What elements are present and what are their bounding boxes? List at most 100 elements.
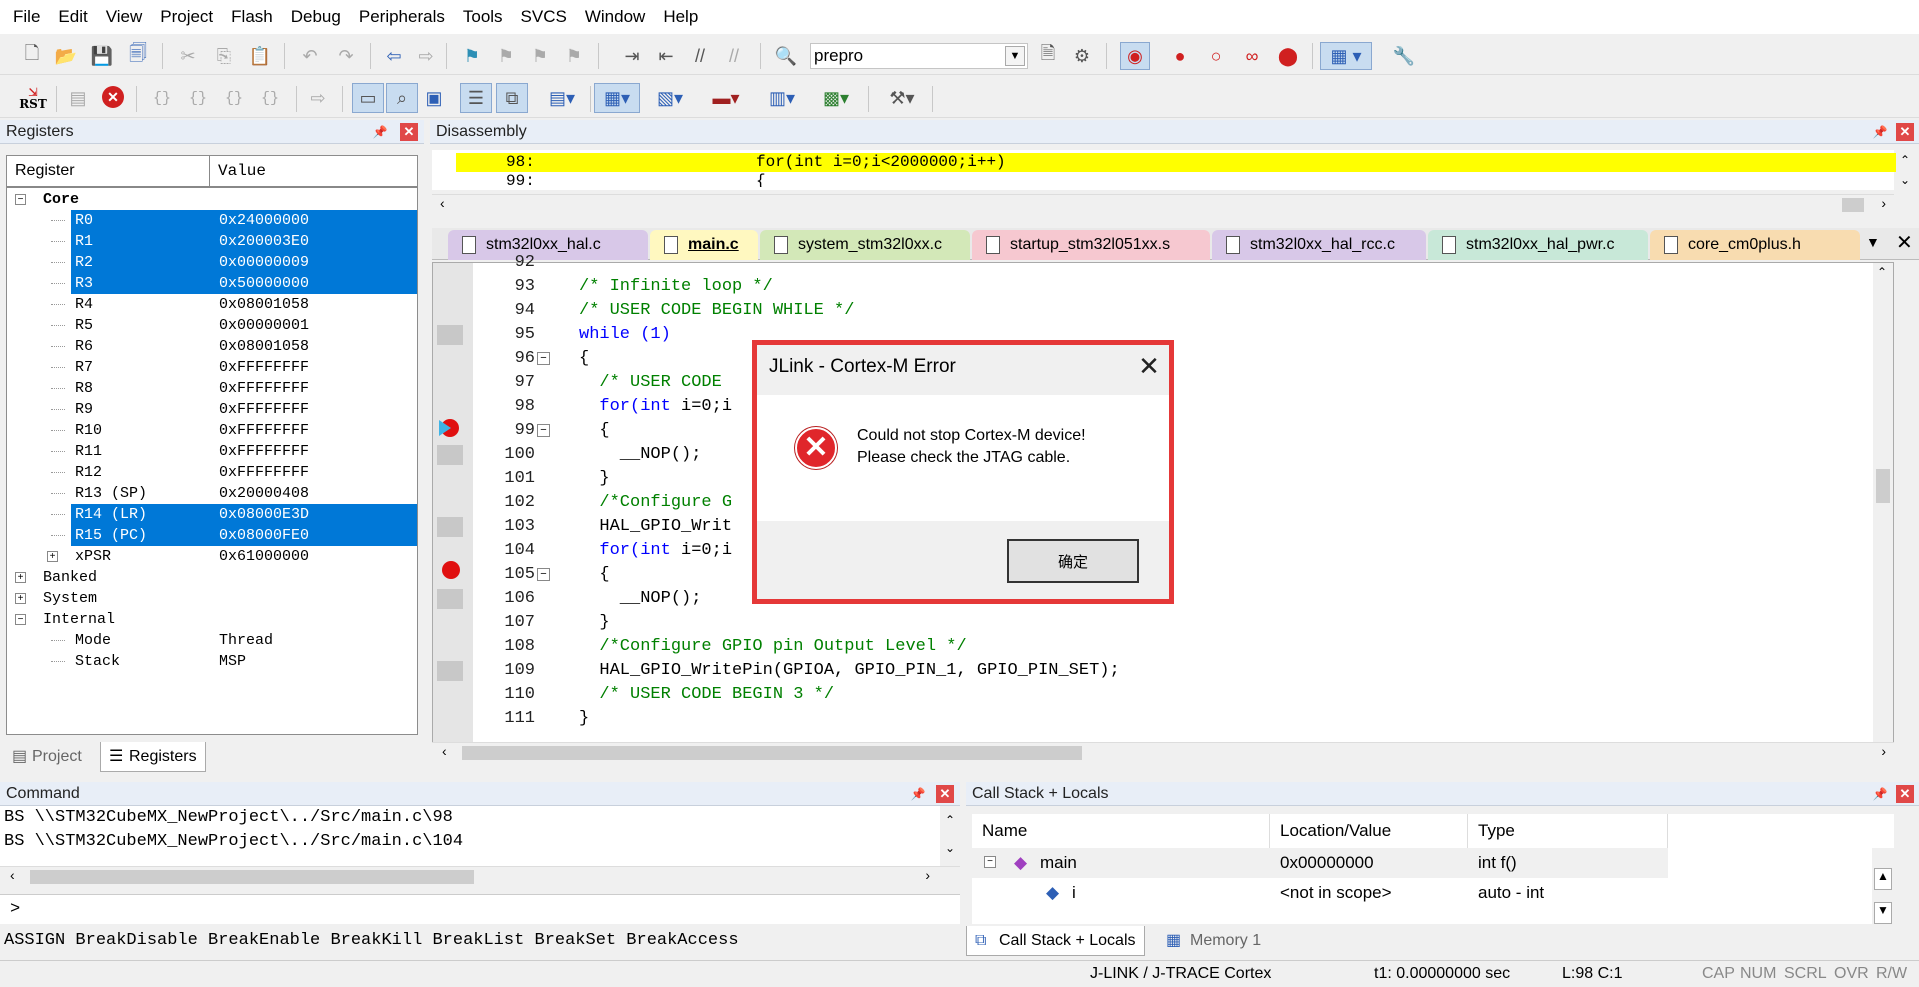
dialog-close-icon[interactable]: ✕	[1133, 351, 1165, 381]
save-icon[interactable]: 💾	[90, 44, 114, 68]
find-in-files-icon[interactable]: 🔍	[774, 44, 798, 68]
scroll-right-icon[interactable]: ›	[1881, 195, 1886, 211]
register-value[interactable]: 0x00000009	[219, 252, 309, 273]
callstack-row[interactable]: − ◆ main 0x00000000 int f()	[972, 848, 1668, 878]
collapse-icon[interactable]: −	[15, 614, 26, 625]
step-over-icon[interactable]: {}	[186, 86, 210, 110]
paste-icon[interactable]: 📋	[248, 44, 272, 68]
tab-registers[interactable]: ☰ Registers	[100, 742, 206, 772]
menu-tools[interactable]: Tools	[454, 0, 512, 34]
find-icon[interactable]: 🗎	[1036, 43, 1060, 68]
step-into-icon[interactable]: {}	[150, 86, 174, 110]
register-row[interactable]: R1 0x200003E0	[7, 231, 417, 252]
bookmark-icon[interactable]: ⚑	[460, 44, 484, 68]
copy-icon[interactable]: ⎘	[212, 44, 236, 68]
command-output[interactable]: BS \\STM32CubeMX_NewProject\../Src/main.…	[0, 806, 940, 866]
find-combo[interactable]: prepro ▼	[810, 43, 1028, 69]
show-next-statement-icon[interactable]: ⇨	[306, 86, 330, 110]
register-value[interactable]: 0xFFFFFFFF	[219, 441, 309, 462]
memory-window-icon[interactable]: ▦▾	[594, 83, 640, 113]
register-row[interactable]: R11 0xFFFFFFFF	[7, 441, 417, 462]
fold-icon[interactable]: −	[537, 568, 550, 581]
menu-help[interactable]: Help	[654, 0, 707, 34]
call-stack-window-icon[interactable]: ⧉	[496, 83, 528, 113]
disassembly-vscroll[interactable]: ⌃ ⌄	[1894, 150, 1916, 190]
register-value[interactable]: 0x61000000	[219, 546, 309, 567]
value-column-header[interactable]: Value	[210, 156, 415, 186]
register-value[interactable]: 0x50000000	[219, 273, 309, 294]
register-value[interactable]: 0xFFFFFFFF	[219, 462, 309, 483]
expand-icon[interactable]: +	[15, 593, 26, 604]
code-line[interactable]: 109 HAL_GPIO_WritePin(GPIOA, GPIO_PIN_1,…	[433, 659, 1873, 683]
registers-window-icon[interactable]: ☰	[460, 83, 492, 113]
type-column-header[interactable]: Type	[1468, 814, 1668, 848]
register-value[interactable]: 0x08001058	[219, 294, 309, 315]
enable-breakpoint-icon[interactable]: ○	[1204, 44, 1228, 68]
register-row[interactable]: R15 (PC) 0x08000FE0	[7, 525, 417, 546]
name-column-header[interactable]: Name	[972, 814, 1270, 848]
system-viewer-icon[interactable]: ▩▾	[814, 86, 858, 110]
register-row[interactable]: R3 0x50000000	[7, 273, 417, 294]
register-value[interactable]: 0xFFFFFFFF	[219, 420, 309, 441]
configure-icon[interactable]: 🔧	[1392, 44, 1416, 68]
kill-breakpoints-icon[interactable]: ⬤	[1276, 44, 1300, 68]
register-row[interactable]: R14 (LR) 0x08000E3D	[7, 504, 417, 525]
location-column-header[interactable]: Location/Value	[1270, 814, 1468, 848]
code-line[interactable]: 110 /* USER CODE BEGIN 3 */	[433, 683, 1873, 707]
register-row[interactable]: R7 0xFFFFFFFF	[7, 357, 417, 378]
cut-icon[interactable]: ✂	[176, 44, 200, 68]
register-value[interactable]: 0x08000E3D	[219, 504, 309, 525]
tab-list-icon[interactable]: ▼	[1866, 234, 1880, 250]
step-out-icon[interactable]: {}	[222, 86, 246, 110]
open-folder-icon[interactable]: 📂	[54, 44, 78, 68]
register-row[interactable]: R13 (SP) 0x20000408	[7, 483, 417, 504]
register-row-stack[interactable]: Stack MSP	[7, 651, 417, 672]
register-row[interactable]: R10 0xFFFFFFFF	[7, 420, 417, 441]
pin-icon[interactable]: 📌	[1872, 786, 1888, 802]
chevron-down-icon[interactable]: ▼	[1005, 46, 1025, 66]
trace-window-icon[interactable]: ▥▾	[760, 86, 804, 110]
ok-button[interactable]: 确定	[1007, 539, 1139, 583]
code-line[interactable]: 107 }	[433, 611, 1873, 635]
code-line[interactable]: 111}	[433, 707, 1873, 731]
register-value[interactable]: Thread	[219, 630, 273, 651]
undo-icon[interactable]: ↶	[298, 44, 322, 68]
register-row[interactable]: R9 0xFFFFFFFF	[7, 399, 417, 420]
nav-forward-icon[interactable]: ⇨	[414, 44, 438, 68]
register-row[interactable]: R4 0x08001058	[7, 294, 417, 315]
symbols-window-icon[interactable]: ▣	[422, 86, 446, 110]
menu-edit[interactable]: Edit	[49, 0, 96, 34]
register-value[interactable]: 0x00000001	[219, 315, 309, 336]
tree-node-system[interactable]: + System	[7, 588, 417, 609]
command-vscroll[interactable]: ⌃ ⌄	[940, 806, 960, 866]
stop-icon[interactable]: ✕	[102, 86, 124, 108]
register-value[interactable]: 0xFFFFFFFF	[219, 357, 309, 378]
close-icon[interactable]: ✕	[936, 785, 954, 803]
fold-icon[interactable]: −	[537, 424, 550, 437]
collapse-icon[interactable]: −	[984, 856, 996, 868]
register-value[interactable]: 0x200003E0	[219, 231, 309, 252]
register-value[interactable]: 0x20000408	[219, 483, 309, 504]
reset-icon[interactable]: ⇲ RST	[18, 84, 48, 112]
incremental-find-icon[interactable]: ⚙	[1070, 44, 1094, 68]
menu-project[interactable]: Project	[151, 0, 222, 34]
bookmark-prev-icon[interactable]: ⚑	[494, 44, 518, 68]
code-line[interactable]: 93 /* Infinite loop */	[433, 275, 1873, 299]
register-value[interactable]: 0x08001058	[219, 336, 309, 357]
command-window-icon[interactable]: ▭	[352, 83, 384, 113]
new-file-icon[interactable]: 🗋	[20, 43, 44, 68]
disassembly-line[interactable]: 99: {	[456, 172, 1896, 187]
editor-vscroll[interactable]: ⌃	[1873, 263, 1893, 747]
pin-icon[interactable]: 📌	[1872, 124, 1888, 140]
nav-back-icon[interactable]: ⇦	[382, 44, 406, 68]
disassembly-window-icon[interactable]: ⌕	[386, 83, 418, 113]
window-layout-icon[interactable]: ▦ ▾	[1320, 42, 1372, 70]
register-row-mode[interactable]: Mode Thread	[7, 630, 417, 651]
run-icon[interactable]: ▤	[66, 86, 90, 110]
debug-session-icon[interactable]: ◉	[1120, 42, 1150, 70]
tab-project[interactable]: ▤ Project	[4, 742, 90, 772]
fold-icon[interactable]: −	[537, 352, 550, 365]
comment-icon[interactable]: //	[688, 44, 712, 68]
unindent-icon[interactable]: ⇤	[654, 44, 678, 68]
scroll-left-icon[interactable]: ‹	[440, 195, 445, 211]
